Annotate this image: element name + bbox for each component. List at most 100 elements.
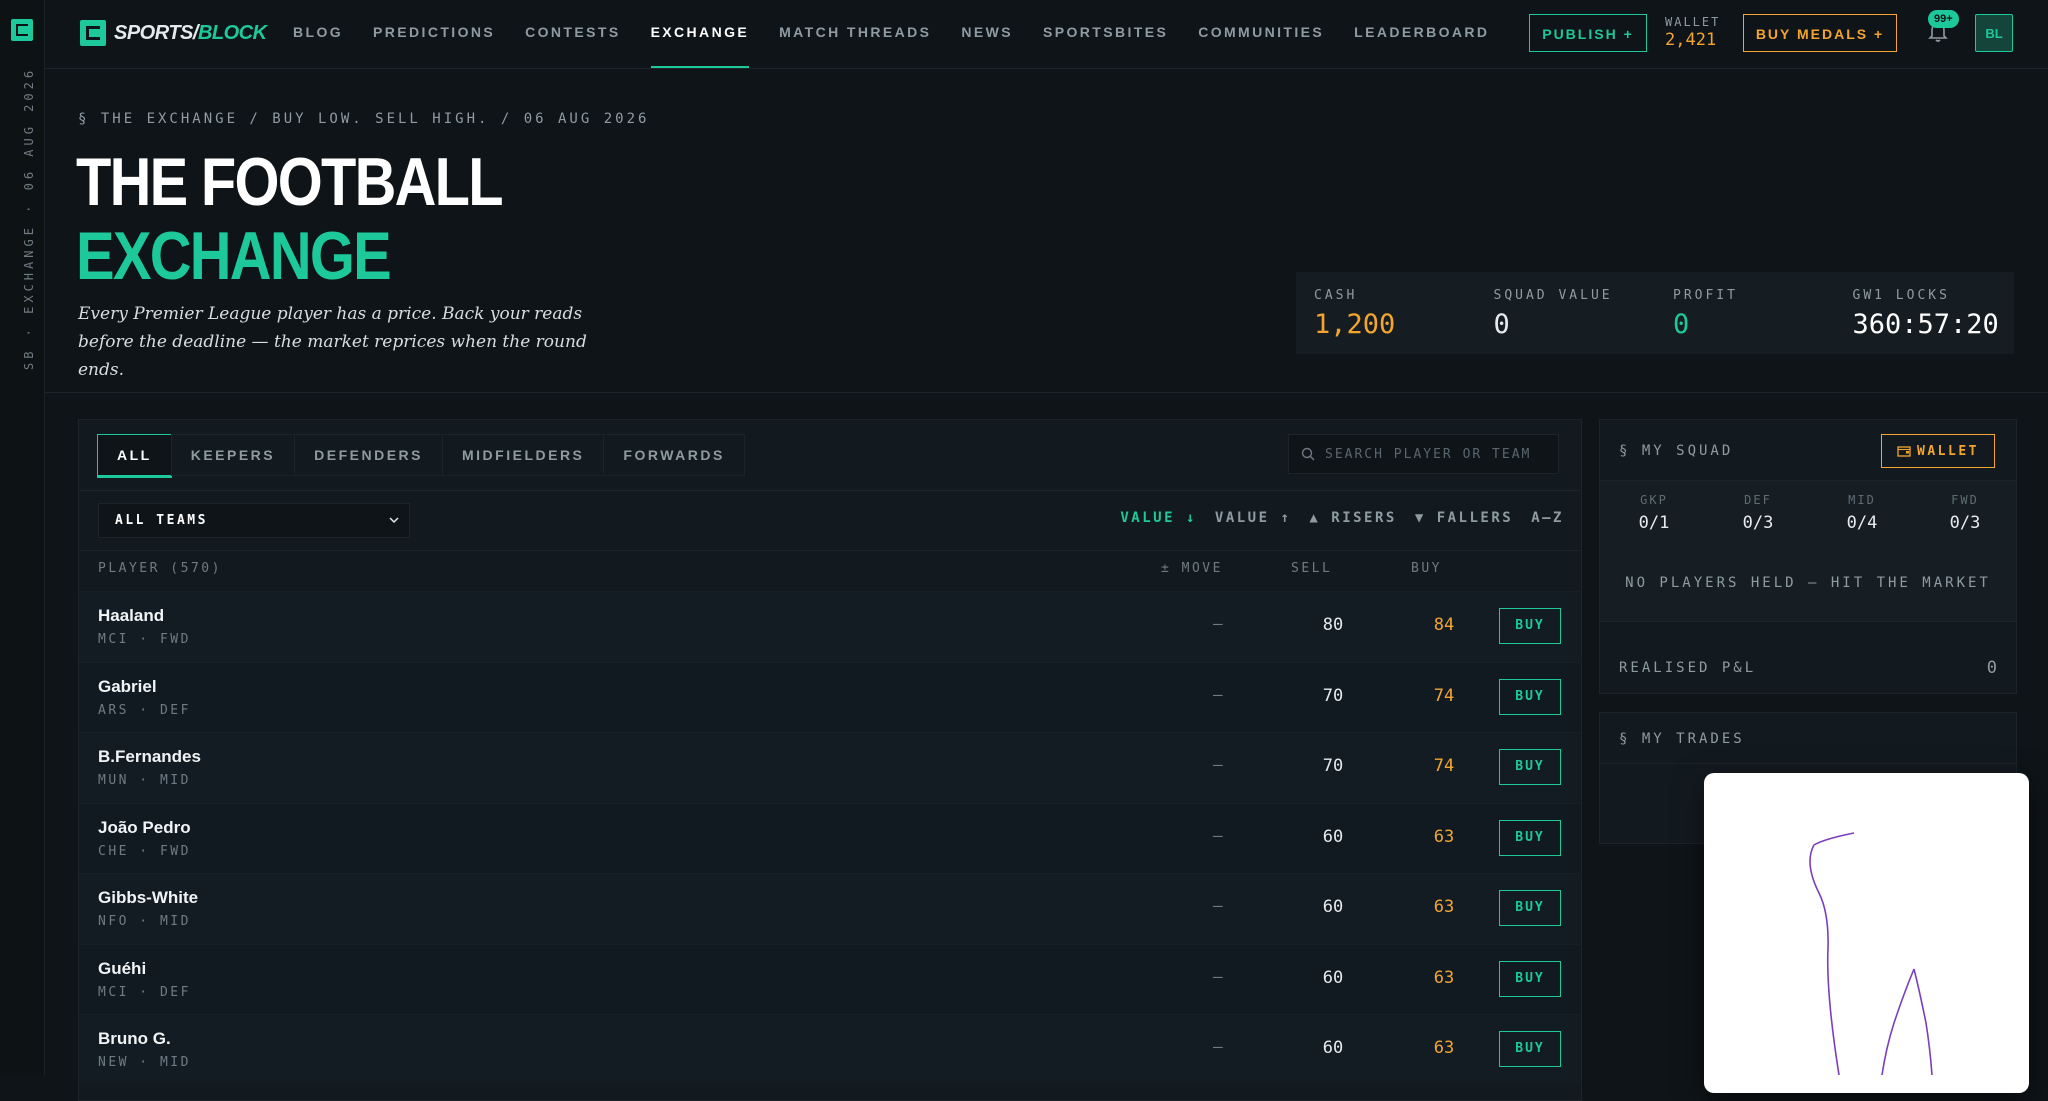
player-meta: NFO · MID (98, 914, 191, 929)
rail-logo-icon[interactable] (11, 19, 33, 41)
tab-all[interactable]: ALL (97, 434, 172, 478)
buy-button[interactable]: BUY (1499, 1031, 1561, 1067)
nav-predictions[interactable]: PREDICTIONS (373, 0, 495, 68)
player-buy-price: 63 (1433, 967, 1455, 988)
market-panel: ALL KEEPERS DEFENDERS MIDFIELDERS FORWAR… (78, 419, 1582, 1101)
stat-gw1-locks: GW1 LOCKS 360:57:20 (1835, 272, 2015, 354)
nav-communities[interactable]: COMMUNITIES (1198, 0, 1324, 68)
column-move[interactable]: ± MOVE (1161, 561, 1223, 576)
player-name[interactable]: Gabriel (98, 677, 157, 697)
buy-medals-button[interactable]: BUY MEDALS + (1743, 14, 1897, 52)
squad-title: § MY SQUAD (1619, 443, 1734, 459)
stat-squad-value-value: 0 (1493, 309, 1510, 340)
search-box[interactable] (1288, 434, 1559, 474)
wallet-button[interactable]: WALLET (1881, 434, 1995, 468)
player-buy-price: 84 (1433, 615, 1455, 635)
table-row[interactable]: João Pedro CHE · FWD — 60 63 BUY (79, 802, 1581, 873)
position-count: 0/1 (1638, 513, 1670, 533)
position-label: DEF (1744, 493, 1772, 507)
nav-match-threads[interactable]: MATCH THREADS (779, 0, 931, 68)
publish-button[interactable]: PUBLISH + (1529, 14, 1647, 52)
table-row[interactable]: B.Fernandes MUN · MID — 70 74 BUY (79, 732, 1581, 803)
player-move: — (1213, 1037, 1223, 1056)
player-buy-price: 63 (1433, 897, 1455, 917)
player-name[interactable]: João Pedro (98, 818, 191, 838)
buy-button[interactable]: BUY (1499, 890, 1561, 926)
stat-squad-value-label: SQUAD VALUE (1493, 288, 1613, 303)
player-meta: NEW · MID (98, 1055, 191, 1070)
buy-button[interactable]: BUY (1499, 960, 1561, 997)
squad-positions: GKP 0/1 DEF 0/3 MID 0/4 FWD 0/3 NO PLAYE… (1600, 480, 2016, 622)
sort-fallers[interactable]: ▼ FALLERS (1415, 510, 1513, 526)
table-row[interactable]: Bruno G. NEW · MID — 60 63 BUY (79, 1014, 1581, 1085)
nav-leaderboard[interactable]: LEADERBOARD (1354, 0, 1489, 68)
tab-midfielders[interactable]: MIDFIELDERS (442, 434, 605, 476)
player-sell-price: 70 (1322, 685, 1344, 706)
column-player[interactable]: PLAYER (570) (98, 561, 222, 576)
divider (79, 550, 1581, 551)
position-label: MID (1848, 493, 1876, 507)
avatar[interactable]: BL (1975, 14, 2013, 52)
player-buy-price: 63 (1433, 826, 1455, 847)
nav-contests[interactable]: CONTESTS (525, 0, 620, 68)
player-name[interactable]: B.Fernandes (98, 747, 201, 767)
buy-button[interactable]: BUY (1499, 678, 1561, 715)
tab-keepers[interactable]: KEEPERS (170, 434, 296, 476)
table-header: PLAYER (570) ± MOVE SELL BUY (79, 561, 1581, 583)
position-gkp: GKP 0/1 (1614, 493, 1694, 533)
player-meta: CHE · FWD (98, 843, 191, 859)
player-name[interactable]: Bruno G. (98, 1029, 171, 1049)
page-title-line2: EXCHANGE (76, 218, 392, 294)
wallet-label: WALLET (1665, 15, 1721, 29)
sort-a-z[interactable]: A–Z (1531, 510, 1564, 526)
column-buy[interactable]: BUY (1411, 561, 1442, 576)
column-sell[interactable]: SELL (1291, 561, 1332, 576)
brand-logo[interactable]: SPORTS/BLOCK (80, 20, 267, 46)
tab-defenders[interactable]: DEFENDERS (294, 434, 443, 476)
player-move: — (1213, 966, 1223, 986)
buy-button[interactable]: BUY (1499, 819, 1561, 856)
wallet-balance[interactable]: WALLET 2,421 (1665, 15, 1720, 50)
stat-cash-value: 1,200 (1314, 309, 1396, 340)
page-subtitle: Every Premier League player has a price.… (78, 304, 587, 380)
position-fwd: FWD 0/3 (1925, 493, 2005, 533)
sort-value-asc[interactable]: VALUE ↑ (1215, 510, 1292, 526)
team-filter-select[interactable]: ALL TEAMS (98, 503, 410, 538)
nav-news[interactable]: NEWS (961, 0, 1013, 68)
sort-risers[interactable]: ▲ RISERS (1309, 510, 1396, 526)
buy-button[interactable]: BUY (1499, 749, 1561, 785)
sort-options: VALUE ↓ VALUE ↑ ▲ RISERS ▼ FALLERS A–Z (1120, 510, 1564, 526)
table-row[interactable]: Gabriel ARS · DEF — 70 74 BUY (79, 661, 1581, 732)
sketch-overlay-card[interactable] (1704, 773, 2029, 1093)
table-row[interactable]: Guéhi MCI · DEF — 60 63 BUY (79, 943, 1581, 1014)
sort-value-desc[interactable]: VALUE ↓ (1120, 510, 1197, 526)
breadcrumb: § THE EXCHANGE / BUY LOW. SELL HIGH. / 0… (78, 111, 650, 127)
divider (79, 490, 1581, 491)
player-sell-price: 70 (1322, 756, 1344, 776)
player-move: — (1213, 825, 1223, 845)
position-count: 0/3 (1742, 513, 1774, 533)
table-row[interactable]: Gibbs-White NFO · MID — 60 63 BUY (79, 873, 1581, 944)
buy-button[interactable]: BUY (1499, 608, 1561, 644)
sketch-drawing (1809, 832, 1933, 1076)
wallet-icon (1897, 446, 1911, 457)
player-name[interactable]: Haaland (98, 606, 164, 626)
nav-blog[interactable]: BLOG (293, 0, 343, 68)
stat-profit: PROFIT 0 (1655, 272, 1835, 354)
player-meta: MCI · DEF (98, 984, 191, 1000)
stat-squad-value: SQUAD VALUE 0 (1476, 272, 1656, 354)
divider (1600, 763, 2016, 764)
nav-exchange[interactable]: EXCHANGE (650, 0, 750, 68)
brand-mark-icon (80, 20, 106, 46)
player-name[interactable]: Guéhi (98, 959, 146, 979)
wallet-button-label: WALLET (1917, 443, 1979, 459)
player-move: — (1213, 896, 1223, 915)
nav-sportsbites[interactable]: SPORTSBITES (1043, 0, 1168, 68)
player-name[interactable]: Gibbs-White (98, 888, 198, 908)
trades-title: § MY TRADES (1619, 731, 1745, 747)
main-nav: BLOG PREDICTIONS CONTESTS EXCHANGE MATCH… (293, 0, 1489, 68)
tab-forwards[interactable]: FORWARDS (603, 434, 745, 476)
search-input[interactable] (1323, 445, 1557, 463)
stat-cash: CASH 1,200 (1296, 272, 1476, 354)
table-row[interactable]: Haaland MCI · FWD — 80 84 BUY (79, 591, 1581, 662)
